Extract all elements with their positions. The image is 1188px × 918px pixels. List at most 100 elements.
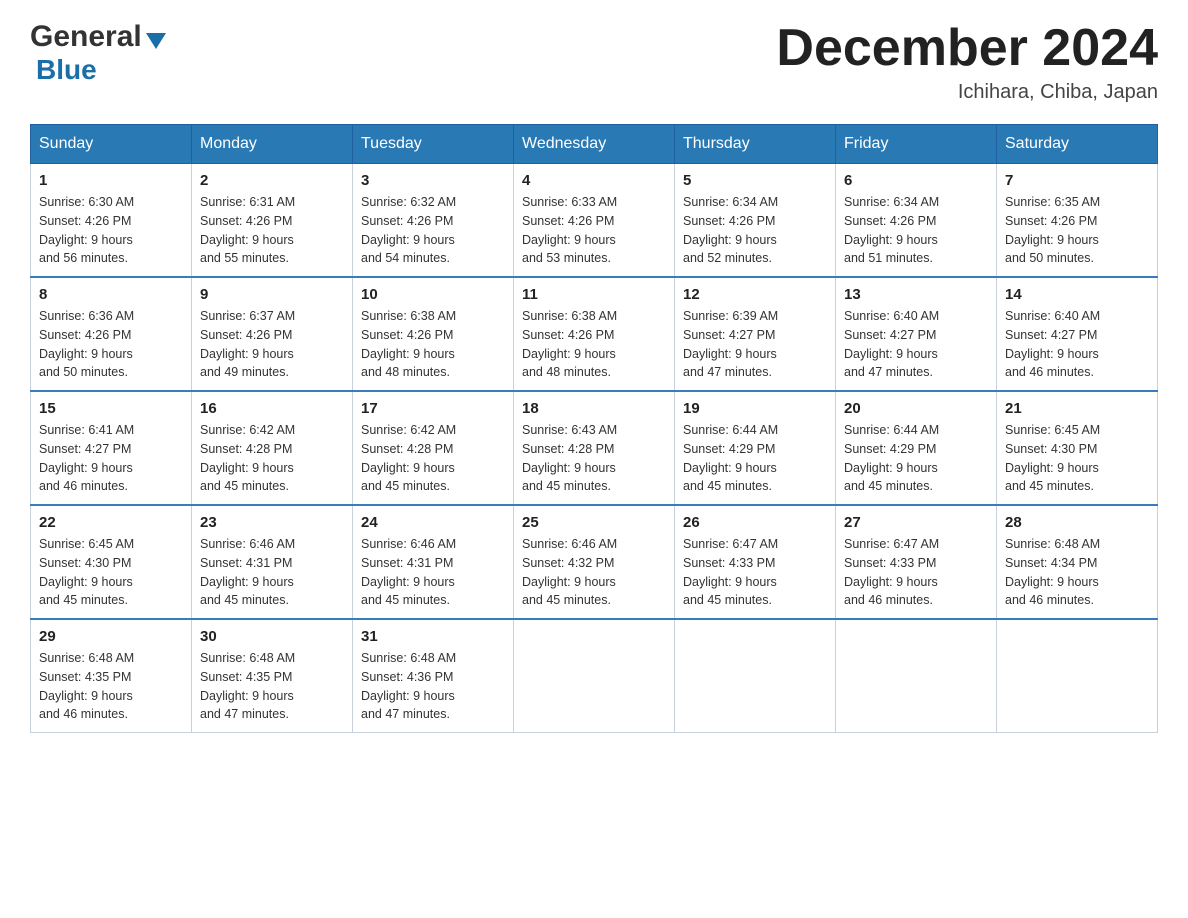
calendar-cell: 23 Sunrise: 6:46 AMSunset: 4:31 PMDaylig… xyxy=(192,505,353,619)
calendar-cell: 16 Sunrise: 6:42 AMSunset: 4:28 PMDaylig… xyxy=(192,391,353,505)
day-info: Sunrise: 6:32 AMSunset: 4:26 PMDaylight:… xyxy=(361,193,505,268)
day-number: 12 xyxy=(683,286,827,303)
day-number: 8 xyxy=(39,286,183,303)
calendar-cell: 20 Sunrise: 6:44 AMSunset: 4:29 PMDaylig… xyxy=(836,391,997,505)
calendar-cell: 28 Sunrise: 6:48 AMSunset: 4:34 PMDaylig… xyxy=(997,505,1158,619)
day-info: Sunrise: 6:44 AMSunset: 4:29 PMDaylight:… xyxy=(844,421,988,496)
calendar-cell: 17 Sunrise: 6:42 AMSunset: 4:28 PMDaylig… xyxy=(353,391,514,505)
calendar-week-row: 8 Sunrise: 6:36 AMSunset: 4:26 PMDayligh… xyxy=(31,277,1158,391)
day-number: 26 xyxy=(683,514,827,531)
day-number: 18 xyxy=(522,400,666,417)
day-number: 4 xyxy=(522,172,666,189)
calendar-cell: 11 Sunrise: 6:38 AMSunset: 4:26 PMDaylig… xyxy=(514,277,675,391)
calendar-cell: 31 Sunrise: 6:48 AMSunset: 4:36 PMDaylig… xyxy=(353,619,514,733)
day-info: Sunrise: 6:42 AMSunset: 4:28 PMDaylight:… xyxy=(200,421,344,496)
month-title: December 2024 xyxy=(776,20,1158,77)
day-header-friday: Friday xyxy=(836,125,997,164)
calendar-week-row: 1 Sunrise: 6:30 AMSunset: 4:26 PMDayligh… xyxy=(31,164,1158,278)
calendar-cell xyxy=(836,619,997,733)
calendar-cell: 25 Sunrise: 6:46 AMSunset: 4:32 PMDaylig… xyxy=(514,505,675,619)
logo: General Blue xyxy=(30,20,166,86)
day-number: 11 xyxy=(522,286,666,303)
calendar-cell: 26 Sunrise: 6:47 AMSunset: 4:33 PMDaylig… xyxy=(675,505,836,619)
calendar-week-row: 29 Sunrise: 6:48 AMSunset: 4:35 PMDaylig… xyxy=(31,619,1158,733)
day-info: Sunrise: 6:44 AMSunset: 4:29 PMDaylight:… xyxy=(683,421,827,496)
day-header-saturday: Saturday xyxy=(997,125,1158,164)
calendar-cell: 3 Sunrise: 6:32 AMSunset: 4:26 PMDayligh… xyxy=(353,164,514,278)
day-info: Sunrise: 6:45 AMSunset: 4:30 PMDaylight:… xyxy=(39,535,183,610)
location: Ichihara, Chiba, Japan xyxy=(776,81,1158,104)
day-number: 25 xyxy=(522,514,666,531)
day-number: 3 xyxy=(361,172,505,189)
day-info: Sunrise: 6:48 AMSunset: 4:34 PMDaylight:… xyxy=(1005,535,1149,610)
logo-triangle-icon xyxy=(146,33,166,49)
calendar-week-row: 15 Sunrise: 6:41 AMSunset: 4:27 PMDaylig… xyxy=(31,391,1158,505)
calendar-cell xyxy=(675,619,836,733)
day-info: Sunrise: 6:46 AMSunset: 4:31 PMDaylight:… xyxy=(361,535,505,610)
calendar-cell: 27 Sunrise: 6:47 AMSunset: 4:33 PMDaylig… xyxy=(836,505,997,619)
day-info: Sunrise: 6:47 AMSunset: 4:33 PMDaylight:… xyxy=(844,535,988,610)
calendar-cell: 15 Sunrise: 6:41 AMSunset: 4:27 PMDaylig… xyxy=(31,391,192,505)
day-number: 22 xyxy=(39,514,183,531)
day-header-monday: Monday xyxy=(192,125,353,164)
day-number: 30 xyxy=(200,628,344,645)
day-info: Sunrise: 6:30 AMSunset: 4:26 PMDaylight:… xyxy=(39,193,183,268)
day-number: 2 xyxy=(200,172,344,189)
title-area: December 2024 Ichihara, Chiba, Japan xyxy=(776,20,1158,104)
day-header-thursday: Thursday xyxy=(675,125,836,164)
calendar-cell: 2 Sunrise: 6:31 AMSunset: 4:26 PMDayligh… xyxy=(192,164,353,278)
calendar-cell: 12 Sunrise: 6:39 AMSunset: 4:27 PMDaylig… xyxy=(675,277,836,391)
calendar-cell: 5 Sunrise: 6:34 AMSunset: 4:26 PMDayligh… xyxy=(675,164,836,278)
day-number: 13 xyxy=(844,286,988,303)
day-number: 19 xyxy=(683,400,827,417)
day-info: Sunrise: 6:46 AMSunset: 4:31 PMDaylight:… xyxy=(200,535,344,610)
day-number: 16 xyxy=(200,400,344,417)
day-header-wednesday: Wednesday xyxy=(514,125,675,164)
day-info: Sunrise: 6:47 AMSunset: 4:33 PMDaylight:… xyxy=(683,535,827,610)
day-header-tuesday: Tuesday xyxy=(353,125,514,164)
day-info: Sunrise: 6:34 AMSunset: 4:26 PMDaylight:… xyxy=(683,193,827,268)
day-number: 5 xyxy=(683,172,827,189)
calendar-cell xyxy=(514,619,675,733)
page-header: General Blue December 2024 Ichihara, Chi… xyxy=(30,20,1158,104)
day-number: 21 xyxy=(1005,400,1149,417)
day-number: 23 xyxy=(200,514,344,531)
calendar-cell: 14 Sunrise: 6:40 AMSunset: 4:27 PMDaylig… xyxy=(997,277,1158,391)
calendar-cell: 9 Sunrise: 6:37 AMSunset: 4:26 PMDayligh… xyxy=(192,277,353,391)
day-number: 1 xyxy=(39,172,183,189)
day-info: Sunrise: 6:31 AMSunset: 4:26 PMDaylight:… xyxy=(200,193,344,268)
day-info: Sunrise: 6:41 AMSunset: 4:27 PMDaylight:… xyxy=(39,421,183,496)
day-info: Sunrise: 6:48 AMSunset: 4:35 PMDaylight:… xyxy=(200,649,344,724)
day-info: Sunrise: 6:43 AMSunset: 4:28 PMDaylight:… xyxy=(522,421,666,496)
day-info: Sunrise: 6:46 AMSunset: 4:32 PMDaylight:… xyxy=(522,535,666,610)
logo-blue-text: Blue xyxy=(36,54,97,85)
day-info: Sunrise: 6:40 AMSunset: 4:27 PMDaylight:… xyxy=(844,307,988,382)
day-info: Sunrise: 6:38 AMSunset: 4:26 PMDaylight:… xyxy=(361,307,505,382)
calendar-cell: 7 Sunrise: 6:35 AMSunset: 4:26 PMDayligh… xyxy=(997,164,1158,278)
calendar-cell: 21 Sunrise: 6:45 AMSunset: 4:30 PMDaylig… xyxy=(997,391,1158,505)
day-info: Sunrise: 6:40 AMSunset: 4:27 PMDaylight:… xyxy=(1005,307,1149,382)
day-number: 6 xyxy=(844,172,988,189)
logo-general-text: General xyxy=(30,20,142,54)
day-number: 14 xyxy=(1005,286,1149,303)
day-info: Sunrise: 6:36 AMSunset: 4:26 PMDaylight:… xyxy=(39,307,183,382)
day-number: 24 xyxy=(361,514,505,531)
calendar-header-row: SundayMondayTuesdayWednesdayThursdayFrid… xyxy=(31,125,1158,164)
day-number: 20 xyxy=(844,400,988,417)
calendar-table: SundayMondayTuesdayWednesdayThursdayFrid… xyxy=(30,124,1158,733)
calendar-cell: 22 Sunrise: 6:45 AMSunset: 4:30 PMDaylig… xyxy=(31,505,192,619)
day-info: Sunrise: 6:38 AMSunset: 4:26 PMDaylight:… xyxy=(522,307,666,382)
calendar-cell xyxy=(997,619,1158,733)
day-info: Sunrise: 6:37 AMSunset: 4:26 PMDaylight:… xyxy=(200,307,344,382)
day-number: 28 xyxy=(1005,514,1149,531)
day-header-sunday: Sunday xyxy=(31,125,192,164)
day-number: 10 xyxy=(361,286,505,303)
calendar-cell: 10 Sunrise: 6:38 AMSunset: 4:26 PMDaylig… xyxy=(353,277,514,391)
day-number: 15 xyxy=(39,400,183,417)
calendar-cell: 13 Sunrise: 6:40 AMSunset: 4:27 PMDaylig… xyxy=(836,277,997,391)
day-info: Sunrise: 6:33 AMSunset: 4:26 PMDaylight:… xyxy=(522,193,666,268)
calendar-cell: 19 Sunrise: 6:44 AMSunset: 4:29 PMDaylig… xyxy=(675,391,836,505)
calendar-cell: 30 Sunrise: 6:48 AMSunset: 4:35 PMDaylig… xyxy=(192,619,353,733)
calendar-cell: 24 Sunrise: 6:46 AMSunset: 4:31 PMDaylig… xyxy=(353,505,514,619)
day-number: 7 xyxy=(1005,172,1149,189)
